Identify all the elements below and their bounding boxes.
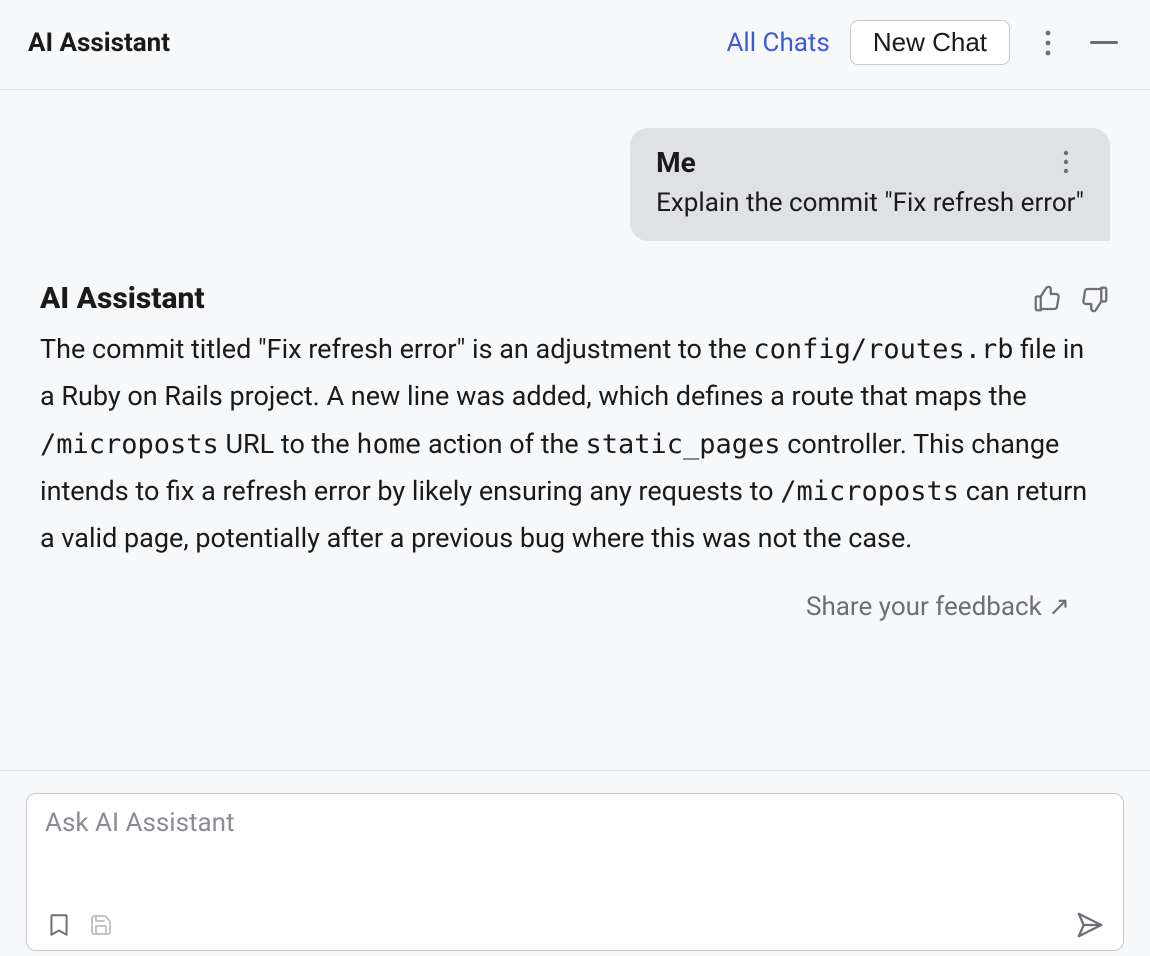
input-box — [26, 793, 1124, 951]
assistant-name: AI Assistant — [40, 281, 1032, 316]
header: AI Assistant All Chats New Chat — [0, 0, 1150, 90]
input-tools-left — [45, 911, 1061, 939]
user-message-header: Me — [656, 144, 1084, 180]
asst-code: /microposts — [780, 476, 959, 507]
user-message-text: Explain the commit "Fix refresh error" — [656, 186, 1084, 221]
more-options-icon[interactable] — [1030, 25, 1066, 61]
assistant-feedback-icons — [1032, 284, 1110, 314]
assistant-message-header: AI Assistant — [40, 281, 1110, 316]
new-chat-button[interactable]: New Chat — [850, 20, 1010, 65]
assistant-message: AI Assistant The commit titled "Fix refr… — [40, 281, 1110, 562]
asst-code: config/routes.rb — [753, 334, 1013, 365]
user-message-bubble: Me Explain the commit "Fix refresh error… — [630, 128, 1110, 241]
asst-code: static_pages — [585, 429, 780, 460]
thumbs-up-icon[interactable] — [1032, 284, 1062, 314]
asst-text: URL to the — [219, 428, 356, 460]
asst-code: home — [356, 429, 421, 460]
chat-area: Me Explain the commit "Fix refresh error… — [0, 90, 1150, 770]
minimize-icon[interactable] — [1086, 25, 1122, 61]
asst-text: The commit titled "Fix refresh error" is… — [40, 333, 753, 365]
thumbs-down-icon[interactable] — [1080, 284, 1110, 314]
input-area — [0, 770, 1150, 951]
share-feedback-link[interactable]: Share your feedback ↗ — [806, 592, 1070, 622]
chat-input[interactable] — [45, 808, 1105, 910]
asst-code: /microposts — [40, 429, 219, 460]
input-toolbar — [45, 910, 1105, 940]
panel-title: AI Assistant — [28, 28, 726, 58]
header-actions: All Chats New Chat — [726, 20, 1122, 65]
user-message-options-icon[interactable] — [1048, 144, 1084, 180]
bookmark-icon[interactable] — [45, 911, 73, 939]
assistant-message-body: The commit titled "Fix refresh error" is… — [40, 326, 1100, 562]
save-icon — [87, 911, 115, 939]
asst-text: action of the — [421, 428, 585, 460]
share-feedback-row: Share your feedback ↗ — [40, 562, 1110, 642]
user-name: Me — [656, 146, 696, 179]
send-icon[interactable] — [1075, 910, 1105, 940]
user-message-row: Me Explain the commit "Fix refresh error… — [40, 128, 1110, 241]
all-chats-link[interactable]: All Chats — [726, 28, 829, 58]
